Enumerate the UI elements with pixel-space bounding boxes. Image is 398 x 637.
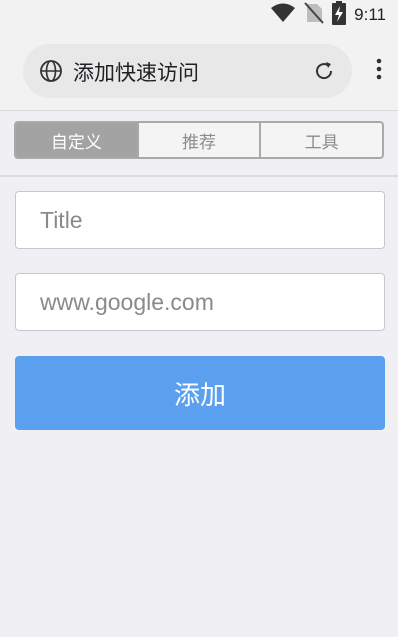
status-icons: 9:11 [270,1,386,29]
title-input[interactable] [15,191,385,249]
add-button[interactable]: 添加 [15,356,385,430]
no-sim-icon [304,2,324,28]
more-vert-icon[interactable] [376,58,382,84]
battery-charging-icon [332,1,347,29]
status-bar: 9:11 [0,0,398,30]
omnibox[interactable]: 添加快速访问 [23,44,352,98]
browser-toolbar: 添加快速访问 [0,30,398,111]
globe-icon [39,59,63,87]
status-time: 9:11 [354,5,386,24]
reload-icon[interactable] [312,59,336,87]
divider [0,175,398,177]
tab-custom[interactable]: 自定义 [16,123,137,157]
wifi-icon [270,3,296,27]
segmented-control: 自定义 推荐 工具 [14,121,384,159]
page-title: 添加快速访问 [73,61,199,85]
url-input[interactable] [15,273,385,331]
tab-recommended[interactable]: 推荐 [136,123,260,157]
tab-tools[interactable]: 工具 [259,123,382,157]
